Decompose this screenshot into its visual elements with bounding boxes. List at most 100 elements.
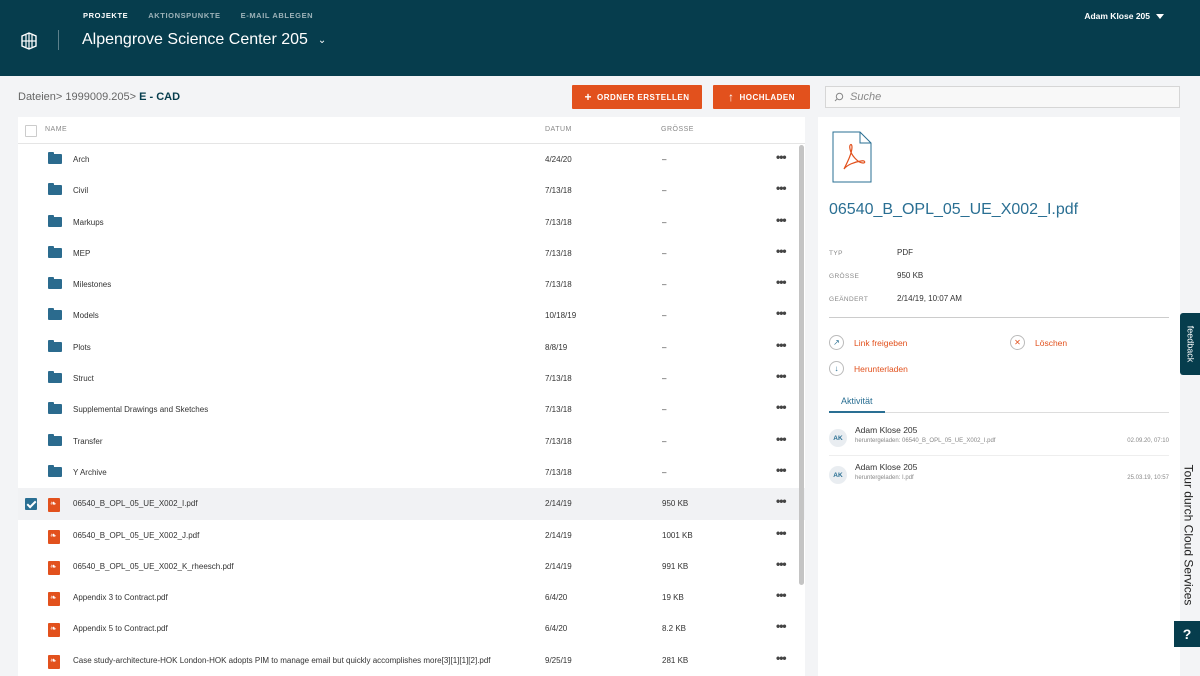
share-link-action[interactable]: ↗ Link freigeben [829, 335, 907, 350]
row-size: – [662, 280, 667, 290]
row-date: 2/14/19 [545, 561, 572, 571]
folder-icon [48, 371, 62, 384]
more-options-icon[interactable]: ••• [776, 369, 787, 383]
row-date: 2/14/19 [545, 499, 572, 509]
table-row[interactable]: Models 10/18/19 – ••• [18, 300, 805, 331]
feedback-tab[interactable]: feedback [1180, 313, 1200, 375]
table-row[interactable]: 06540_B_OPL_05_UE_X002_K_rheesch.pdf 2/14… [18, 551, 805, 582]
row-date: 7/13/18 [545, 186, 572, 196]
file-list-scrollbar[interactable] [799, 145, 804, 585]
user-menu[interactable]: Adam Klose 205 [1084, 11, 1164, 21]
folder-icon [48, 464, 62, 477]
row-name: Arch [73, 155, 90, 164]
table-row[interactable]: Appendix 5 to Contract.pdf 6/4/20 8.2 KB ••… [18, 613, 805, 644]
column-name[interactable]: NAME [45, 126, 67, 133]
row-date: 2/14/19 [545, 530, 572, 540]
plus-icon: + [584, 90, 593, 104]
download-action[interactable]: ↓ Herunterladen [829, 361, 908, 376]
row-size: – [662, 217, 667, 227]
column-size[interactable]: GRÖSSE [661, 126, 694, 133]
create-folder-label: ORDNER ERSTELLEN [597, 92, 690, 102]
create-folder-button[interactable]: + ORDNER ERSTELLEN [572, 85, 702, 109]
more-options-icon[interactable]: ••• [776, 400, 787, 414]
pdf-file-icon [48, 529, 60, 544]
top-nav: PROJEKTE AKTIONSPUNKTE E-MAIL ABLEGEN [83, 11, 313, 20]
row-name: Models [73, 311, 99, 321]
project-switcher[interactable]: Alpengrove Science Center 205 ⌄ [82, 31, 326, 49]
more-options-icon[interactable]: ••• [776, 275, 787, 289]
table-row[interactable]: Y Archive 7/13/18 – ••• [18, 457, 805, 488]
table-row[interactable]: Supplemental Drawings and Sketches 7/13/1… [18, 394, 805, 425]
row-date: 8/8/19 [545, 342, 568, 352]
activity-user: Adam Klose 205 [855, 462, 918, 472]
table-row[interactable]: Markups 7/13/18 – ••• [18, 207, 805, 238]
search-input[interactable] [850, 91, 1170, 103]
row-name: Markups [73, 217, 104, 227]
help-button[interactable]: ? [1174, 621, 1200, 647]
row-name: Civil [73, 186, 89, 196]
more-options-icon[interactable]: ••• [776, 244, 787, 258]
table-row[interactable]: MEP 7/13/18 – ••• [18, 238, 805, 269]
row-date: 7/13/18 [545, 405, 572, 415]
breadcrumb: Dateien> 1999009.205> E - CAD [18, 91, 180, 103]
row-name: Plots [73, 342, 91, 352]
table-row[interactable]: Plots 8/8/19 – ••• [18, 332, 805, 363]
row-size: 19 KB [662, 593, 684, 603]
table-row[interactable]: 06540_B_OPL_05_UE_X002_J.pdf 2/14/19 1001 … [18, 520, 805, 551]
meta-modified-label: GEÄNDERT [829, 296, 869, 303]
table-row[interactable]: Civil 7/13/18 – ••• [18, 175, 805, 206]
tab-activity[interactable]: Aktivität [829, 393, 885, 413]
more-options-icon[interactable]: ••• [776, 526, 787, 540]
more-options-icon[interactable]: ••• [776, 463, 787, 477]
tour-label: Tour durch Cloud Services [1181, 464, 1196, 606]
nav-email-ablegen[interactable]: E-MAIL ABLEGEN [241, 11, 314, 20]
delete-action[interactable]: ✕ Löschen [1010, 335, 1067, 350]
table-row[interactable]: 06540_B_OPL_05_UE_X002_I.pdf 2/14/19 950 K… [18, 488, 805, 520]
row-name: Y Archive [73, 467, 107, 477]
more-options-icon[interactable]: ••• [776, 557, 787, 571]
app-logo-icon[interactable] [18, 30, 40, 52]
search-box[interactable] [825, 86, 1180, 108]
table-row[interactable]: Arch 4/24/20 – ••• [18, 144, 805, 175]
pdf-file-icon [48, 560, 60, 575]
row-name: Milestones [73, 280, 112, 290]
more-options-icon[interactable]: ••• [776, 619, 787, 633]
meta-size-value: 950 KB [897, 271, 924, 280]
breadcrumb-path[interactable]: Dateien> 1999009.205> [18, 91, 136, 103]
table-row[interactable]: Case study-architecture-HOK London-HOK a… [18, 645, 805, 676]
row-date: 7/13/18 [545, 374, 572, 384]
nav-projekte[interactable]: PROJEKTE [83, 11, 128, 20]
table-row[interactable]: Struct 7/13/18 – ••• [18, 363, 805, 394]
row-date: 7/13/18 [545, 467, 572, 477]
more-options-icon[interactable]: ••• [776, 338, 787, 352]
more-options-icon[interactable]: ••• [776, 432, 787, 446]
avatar: AK [829, 466, 847, 484]
arrow-up-icon: ↑ [727, 90, 735, 104]
column-date[interactable]: DATUM [545, 126, 572, 133]
select-all-checkbox[interactable] [25, 125, 37, 137]
row-checkbox[interactable] [25, 498, 37, 511]
breadcrumb-current: E - CAD [136, 91, 181, 103]
activity-description: heruntergeladen: I.pdf [855, 475, 914, 481]
feedback-label: feedback [1185, 325, 1195, 363]
help-icon: ? [1182, 626, 1192, 642]
more-options-icon[interactable]: ••• [776, 150, 787, 164]
table-row[interactable]: Milestones 7/13/18 – ••• [18, 269, 805, 300]
activity-item: AK Adam Klose 205 heruntergeladen: 06540… [829, 420, 1169, 456]
more-options-icon[interactable]: ••• [776, 213, 787, 227]
row-date: 6/4/20 [545, 624, 568, 634]
more-options-icon[interactable]: ••• [776, 588, 787, 602]
meta-type-value: PDF [897, 248, 913, 257]
row-name: Struct [73, 374, 94, 384]
table-row[interactable]: Appendix 3 to Contract.pdf 6/4/20 19 KB ••• [18, 582, 805, 613]
more-options-icon[interactable]: ••• [776, 181, 787, 195]
app-header: PROJEKTE AKTIONSPUNKTE E-MAIL ABLEGEN Al… [0, 0, 1200, 76]
project-title: Alpengrove Science Center 205 [82, 31, 308, 48]
table-row[interactable]: Transfer 7/13/18 – ••• [18, 426, 805, 457]
upload-button[interactable]: ↑ HOCHLADEN [713, 85, 810, 109]
more-options-icon[interactable]: ••• [776, 494, 787, 508]
more-options-icon[interactable]: ••• [776, 651, 787, 665]
tour-link[interactable]: Tour durch Cloud Services [1178, 455, 1198, 615]
nav-aktionspunkte[interactable]: AKTIONSPUNKTE [148, 11, 220, 20]
more-options-icon[interactable]: ••• [776, 306, 787, 320]
